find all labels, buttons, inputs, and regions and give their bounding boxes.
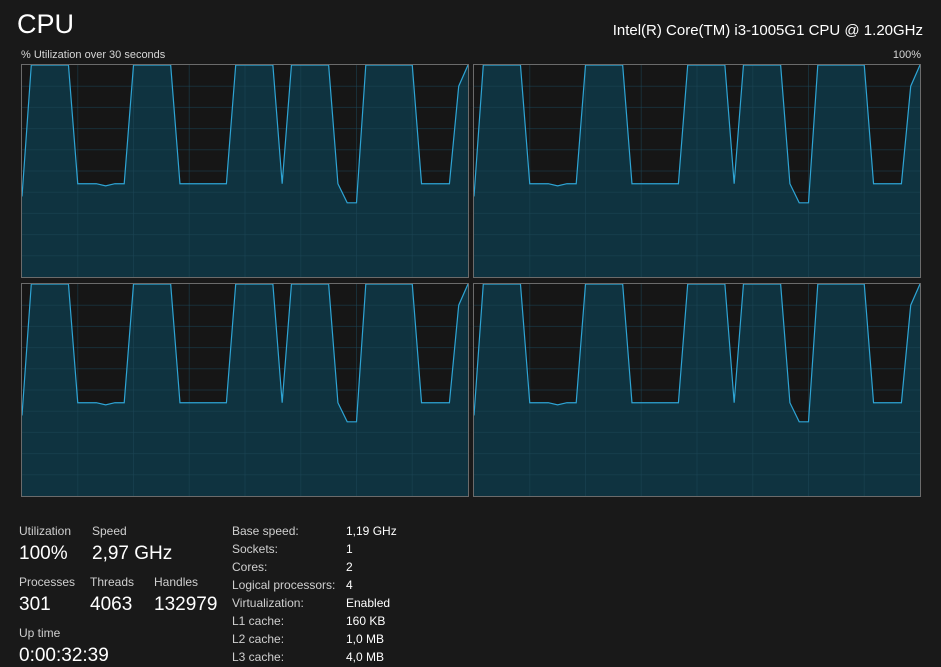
cpu-graph-3[interactable]	[473, 283, 921, 497]
page-title: CPU	[17, 9, 75, 39]
info-value: 4,0 MB	[346, 650, 385, 664]
logical-processor-0-chart	[21, 64, 469, 278]
cpu-model-name: Intel(R) Core(TM) i3-1005G1 CPU @ 1.20GH…	[612, 22, 923, 39]
info-key: Sockets:	[232, 542, 279, 556]
info-row-l3-cache: L3 cache: 4,0 MB	[232, 648, 397, 666]
info-row-l1-cache: L1 cache: 160 KB	[232, 612, 397, 630]
info-value: 1,19 GHz	[346, 524, 397, 538]
info-value: Enabled	[346, 596, 391, 610]
info-value: 1	[346, 542, 353, 556]
info-row-cores: Cores: 2	[232, 558, 397, 576]
logical-processor-2-chart	[21, 283, 469, 497]
cpu-graph-0[interactable]	[21, 64, 469, 278]
info-key: L3 cache:	[232, 650, 285, 664]
info-row-virtualization: Virtualization: Enabled	[232, 594, 397, 612]
uptime-label: Up time	[19, 626, 61, 640]
info-key: L1 cache:	[232, 614, 285, 628]
info-row-logical-processors: Logical processors: 4	[232, 576, 397, 594]
info-key: Cores:	[232, 560, 268, 574]
cpu-graph-2[interactable]	[21, 283, 469, 497]
info-value: 1,0 MB	[346, 632, 385, 646]
info-row-l2-cache: L2 cache: 1,0 MB	[232, 630, 397, 648]
logical-processor-3-chart	[473, 283, 921, 497]
info-key: Base speed:	[232, 524, 299, 538]
utilization-label: Utilization	[19, 524, 72, 538]
uptime-value: 0:00:32:39	[19, 645, 109, 666]
speed-value: 2,97 GHz	[92, 543, 173, 564]
handles-value: 132979	[154, 594, 218, 615]
graph-caption: % Utilization over 30 seconds	[21, 49, 166, 61]
info-row-sockets: Sockets: 1	[232, 540, 397, 558]
cpu-graph-1[interactable]	[473, 64, 921, 278]
info-value: 4	[346, 578, 353, 592]
threads-label: Threads	[90, 575, 135, 589]
logical-processor-1-chart	[473, 64, 921, 278]
processes-label: Processes	[19, 575, 76, 589]
info-key: Virtualization:	[232, 596, 304, 610]
info-value: 160 KB	[346, 614, 386, 628]
handles-label: Handles	[154, 575, 199, 589]
utilization-value: 100%	[19, 543, 68, 564]
cpu-info-table: Base speed: 1,19 GHz Sockets: 1 Cores: 2 Lo…	[232, 522, 397, 666]
info-key: L2 cache:	[232, 632, 285, 646]
processes-value: 301	[19, 594, 51, 615]
graph-max-label: 100%	[892, 49, 921, 61]
info-value: 2	[346, 560, 353, 574]
threads-value: 4063	[90, 594, 133, 615]
info-key: Logical processors:	[232, 578, 336, 592]
speed-label: Speed	[92, 524, 127, 538]
info-row-base-speed: Base speed: 1,19 GHz	[232, 522, 397, 540]
